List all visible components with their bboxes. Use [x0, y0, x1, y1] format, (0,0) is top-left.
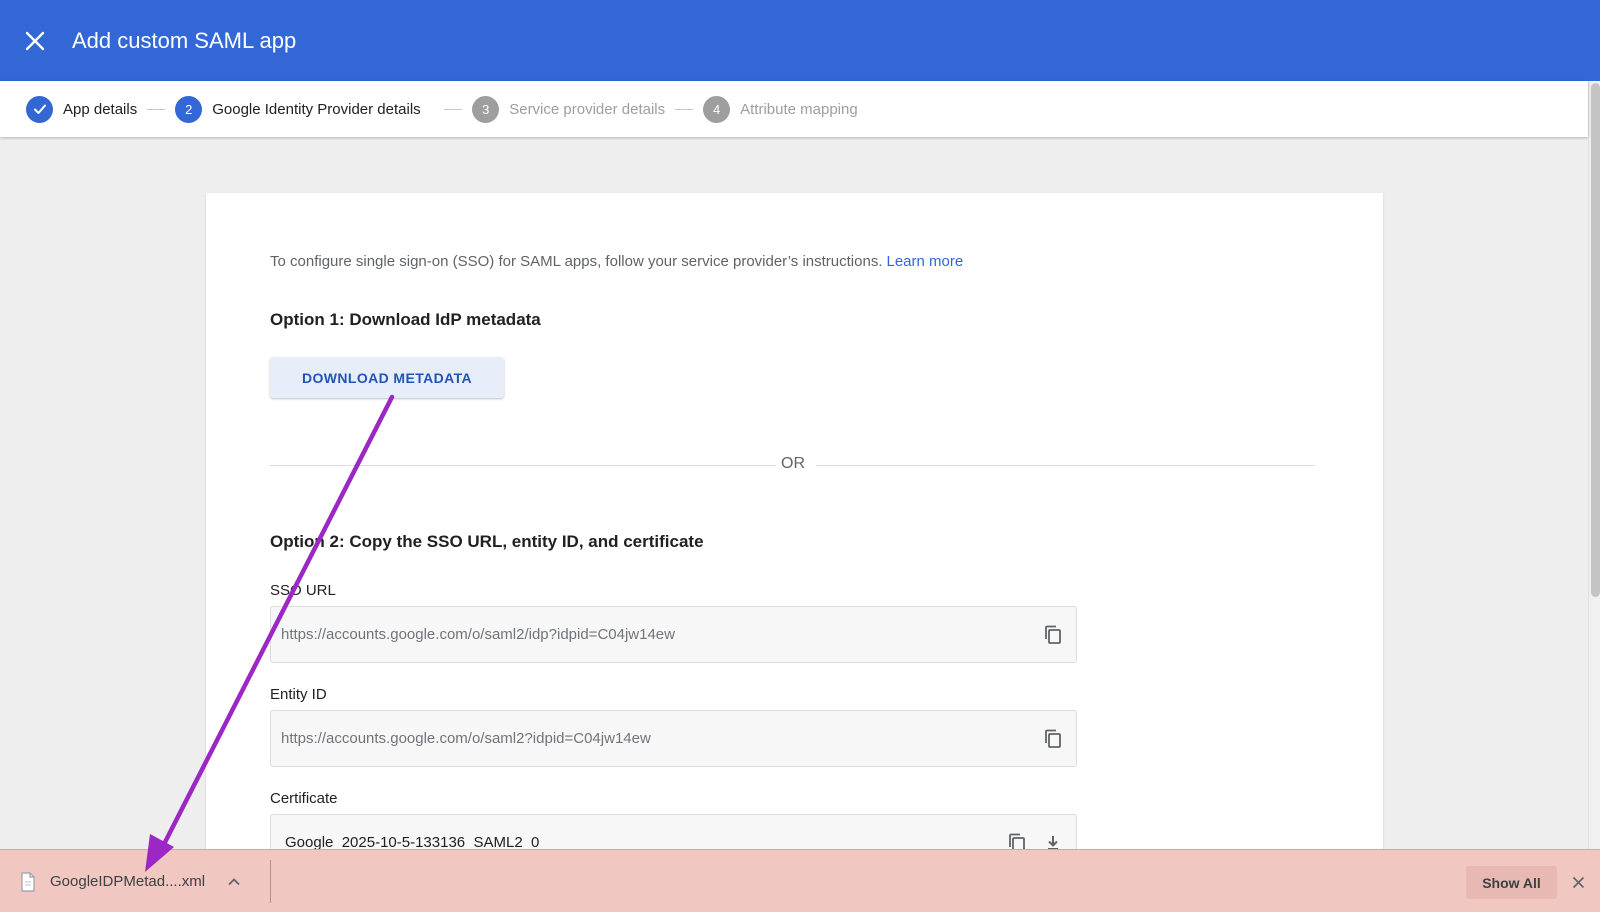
page-title: Add custom SAML app — [72, 27, 297, 53]
check-icon — [26, 95, 53, 123]
download-metadata-button[interactable]: DOWNLOAD METADATA — [270, 357, 504, 398]
stepper: App details 2 Google Identity Provider d… — [0, 81, 1588, 137]
entity-id-field[interactable]: https://accounts.google.com/o/saml2?idpi… — [270, 710, 1077, 767]
download-file-name[interactable]: GoogleIDPMetad....xml — [50, 873, 205, 890]
close-button[interactable] — [17, 23, 53, 59]
top-app-bar: Add custom SAML app — [0, 0, 1600, 81]
step-divider — [147, 108, 166, 110]
entity-id-label: Entity ID — [270, 686, 327, 703]
step-label: App details — [63, 100, 138, 118]
step-divider — [675, 108, 694, 110]
download-bar: GoogleIDPMetad....xml Show All — [0, 849, 1600, 912]
step-attribute-mapping[interactable]: 4 Attribute mapping — [703, 95, 858, 123]
file-icon — [21, 871, 35, 892]
step-service-provider-details[interactable]: 3 Service provider details — [472, 95, 666, 123]
sso-url-value[interactable]: https://accounts.google.com/o/saml2/idp?… — [281, 626, 1040, 643]
entity-id-value[interactable]: https://accounts.google.com/o/saml2?idpi… — [281, 730, 1040, 747]
divider — [270, 860, 271, 903]
step-label: Attribute mapping — [740, 100, 858, 118]
step-divider — [444, 108, 463, 110]
step-idp-details[interactable]: 2 Google Identity Provider details — [175, 95, 434, 123]
chevron-up-icon[interactable] — [227, 877, 241, 887]
step-number: 2 — [175, 95, 203, 123]
copy-icon[interactable] — [1040, 622, 1066, 648]
intro-text: To configure single sign-on (SSO) for SA… — [270, 253, 963, 270]
option2-heading: Option 2: Copy the SSO URL, entity ID, a… — [270, 532, 704, 551]
sso-url-label: SSO URL — [270, 582, 336, 599]
divider — [816, 465, 1315, 466]
divider — [270, 465, 776, 466]
download-item[interactable]: GoogleIDPMetad....xml — [20, 850, 241, 912]
scrollbar-thumb[interactable] — [1591, 83, 1600, 597]
sso-url-field[interactable]: https://accounts.google.com/o/saml2/idp?… — [270, 606, 1077, 663]
certificate-label: Certificate — [270, 790, 338, 807]
step-label: Google Identity Provider details — [212, 100, 421, 118]
idp-details-card: To configure single sign-on (SSO) for SA… — [206, 193, 1383, 912]
copy-icon[interactable] — [1040, 726, 1066, 752]
close-icon — [25, 31, 45, 50]
or-separator: OR — [781, 455, 805, 472]
page-scrollbar[interactable] — [1588, 81, 1600, 849]
intro-sentence: To configure single sign-on (SSO) for SA… — [270, 253, 883, 270]
step-number: 3 — [472, 95, 500, 123]
show-all-button[interactable]: Show All — [1466, 866, 1557, 899]
step-number: 4 — [703, 95, 731, 123]
step-app-details[interactable]: App details — [26, 95, 138, 123]
step-label: Service provider details — [509, 100, 666, 118]
close-icon[interactable] — [1568, 872, 1588, 892]
learn-more-link[interactable]: Learn more — [887, 253, 964, 270]
option1-heading: Option 1: Download IdP metadata — [270, 310, 541, 329]
